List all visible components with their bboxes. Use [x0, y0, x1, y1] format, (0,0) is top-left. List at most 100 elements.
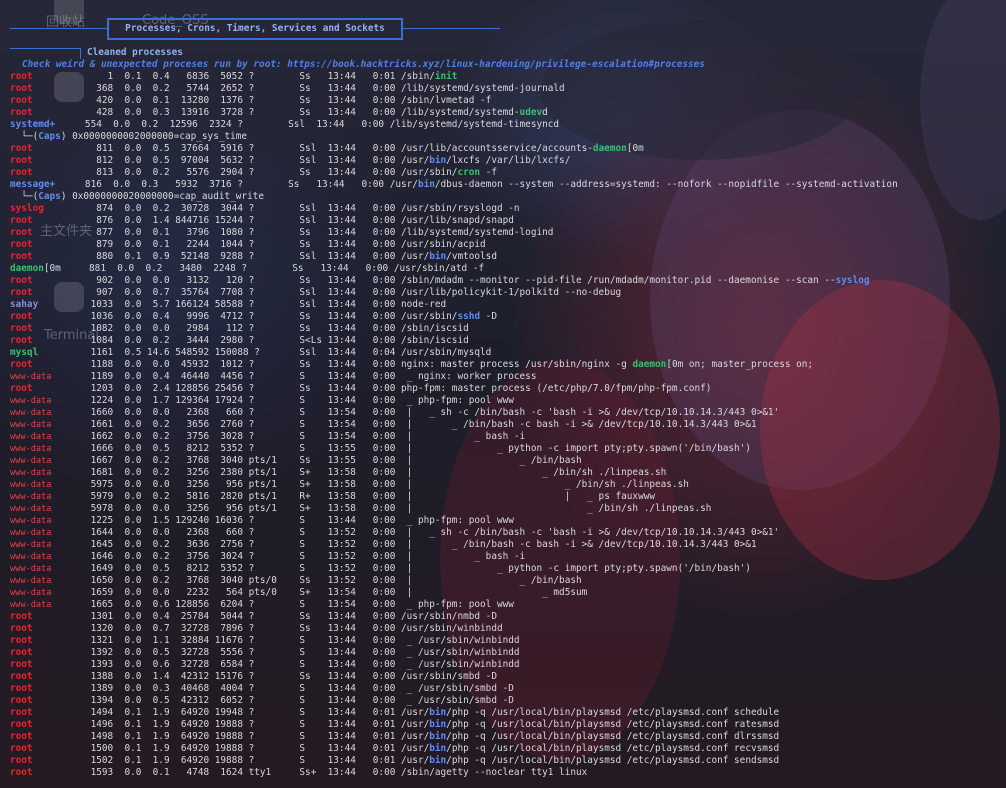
process-command-tail: /php -q /usr/local/bin/playsmsd /etc/pla…: [446, 731, 780, 742]
process-fields: 1036 0.0 0.4 9996 4712 ? Ss 13:44 0:00 /…: [68, 311, 458, 322]
process-fields: 1665 0.0 0.6 128856 6204 ? S 13:54 0:00 …: [68, 599, 514, 610]
process-fields: 1084 0.0 0.2 3444 2980 ? S<Ls 13:44 0:00…: [68, 335, 469, 346]
process-user: www-data: [10, 600, 52, 610]
process-user: root: [10, 251, 33, 262]
process-fields: 1650 0.0 0.2 3768 3040 pts/0 Ss 13:52 0:…: [68, 575, 582, 586]
process-row: └─(Caps) 0x0000000002000000=cap_sys_time: [10, 131, 898, 143]
process-row: www-data 1661 0.0 0.2 3656 2760 ? S 13:5…: [10, 419, 898, 431]
process-user: root: [10, 359, 33, 370]
process-user: www-data: [10, 588, 52, 598]
process-user: www-data: [10, 372, 52, 382]
process-user: root: [10, 83, 33, 94]
process-fields: 1667 0.0 0.2 3768 3040 pts/1 Ss 13:55 0:…: [68, 455, 582, 466]
process-user: root: [10, 215, 33, 226]
process-user: www-data: [10, 552, 52, 562]
process-fields: 1320 0.0 0.7 32728 7896 ? Ss 13:44 0:00 …: [68, 623, 503, 634]
process-row: root 902 0.0 0.0 3132 120 ? Ss 13:44 0:0…: [10, 275, 898, 287]
process-row: www-data 1646 0.0 0.2 3756 3024 ? S 13:5…: [10, 551, 898, 563]
process-fields: 1662 0.0 0.2 3756 3028 ? S 13:54 0:00 | …: [68, 431, 526, 442]
process-user: root: [10, 707, 33, 718]
process-user: www-data: [10, 480, 52, 490]
process-user: www-data: [10, 432, 52, 442]
process-user: root: [10, 767, 33, 778]
process-fields: 879 0.0 0.1 2244 1044 ? Ss 13:44 0:00 /u…: [68, 239, 486, 250]
section-title: Processes, Crons, Timers, Services and S…: [107, 18, 403, 40]
process-fields: 1494 0.1 1.9 64920 19948 ? S 13:44 0:01 …: [68, 707, 430, 718]
process-command-tail: ) 0x0000000002000000=cap_sys_time: [60, 131, 248, 142]
process-fields: 1646 0.0 0.2 3756 3024 ? S 13:52 0:00 | …: [68, 551, 526, 562]
process-row: root 1388 0.0 1.4 42312 15176 ? Ss 13:44…: [10, 671, 898, 683]
process-fields: 1496 0.1 1.9 64920 19888 ? S 13:44 0:01 …: [68, 719, 430, 730]
process-user: www-data: [10, 468, 52, 478]
process-command-tail: d: [542, 107, 548, 118]
process-row: root 428 0.0 0.3 13916 3728 ? Ss 13:44 0…: [10, 107, 898, 119]
process-fields: 877 0.0 0.1 3796 1080 ? Ss 13:44 0:00 /l…: [68, 227, 554, 238]
process-row: syslog 874 0.0 0.2 30728 3044 ? Ssl 13:4…: [10, 203, 898, 215]
process-user: root: [10, 287, 33, 298]
process-fields: 1321 0.0 1.1 32884 11676 ? S 13:44 0:00 …: [68, 635, 520, 646]
process-user: message+: [10, 179, 56, 190]
process-row: root 813 0.0 0.2 5576 2904 ? Ss 13:44 0:…: [10, 167, 898, 179]
process-user: root: [10, 647, 33, 658]
process-fields: 811 0.0 0.5 37664 5916 ? Ssl 13:44 0:00 …: [68, 143, 593, 154]
process-row: root 879 0.0 0.1 2244 1044 ? Ss 13:44 0:…: [10, 239, 898, 251]
process-user: www-data: [10, 540, 52, 550]
process-fields: 1225 0.0 1.5 129240 16036 ? S 13:44 0:00…: [68, 515, 514, 526]
process-user: www-data: [10, 576, 52, 586]
process-user: root: [10, 107, 33, 118]
process-user: root: [10, 623, 33, 634]
check-info-line[interactable]: Check weird & unexpected proceses run by…: [22, 59, 705, 71]
process-row: www-data 1644 0.0 0.0 2368 660 ? S 13:52…: [10, 527, 898, 539]
process-row: root 1392 0.0 0.5 32728 5556 ? S 13:44 0…: [10, 647, 898, 659]
process-row: root 1 0.1 0.4 6836 5052 ? Ss 13:44 0:01…: [10, 71, 898, 83]
process-row: root 1500 0.1 1.9 64920 19888 ? S 13:44 …: [10, 743, 898, 755]
process-command-tail: /lxcfs /var/lib/lxcfs/: [446, 155, 571, 166]
process-fields: 368 0.0 0.2 5744 2652 ? Ss 13:44 0:00 /l…: [68, 83, 565, 94]
process-command-tail: [0m: [626, 143, 644, 154]
process-user: www-data: [10, 420, 52, 430]
process-row: www-data 1224 0.0 1.7 129364 17924 ? S 1…: [10, 395, 898, 407]
process-fields: 1660 0.0 0.0 2368 660 ? S 13:54 0:00 | _…: [68, 407, 780, 418]
process-row: root 1320 0.0 0.7 32728 7896 ? Ss 13:44 …: [10, 623, 898, 635]
process-command-tail: /vmtoolsd: [446, 251, 497, 262]
process-user: root: [10, 383, 33, 394]
process-user: www-data: [10, 492, 52, 502]
process-fields: 1502 0.1 1.9 64920 19888 ? S 13:44 0:01 …: [68, 755, 430, 766]
process-row: root 1036 0.0 0.4 9996 4712 ? Ss 13:44 0…: [10, 311, 898, 323]
process-row: root 368 0.0 0.2 5744 2652 ? Ss 13:44 0:…: [10, 83, 898, 95]
process-fields: 816 0.0 0.3 5932 3716 ? Ss 13:44 0:00 /u…: [68, 179, 418, 190]
process-fields: 1659 0.0 0.0 2232 564 pts/0 S+ 13:54 0:0…: [68, 587, 588, 598]
process-user: root: [10, 167, 33, 178]
process-fields: 1649 0.0 0.5 8212 5352 ? S 13:52 0:00 | …: [68, 563, 751, 574]
process-fields: 1224 0.0 1.7 129364 17924 ? S 13:44 0:00…: [68, 395, 514, 406]
process-user: sahay: [10, 299, 39, 310]
process-fields: 1593 0.0 0.1 4748 1624 tty1 Ss+ 13:44 0:…: [68, 767, 588, 778]
section-rule-left: [10, 28, 107, 29]
process-row: www-data 5978 0.0 0.0 3256 956 pts/1 S+ …: [10, 503, 898, 515]
process-row: www-data 1650 0.0 0.2 3768 3040 pts/0 Ss…: [10, 575, 898, 587]
terminal-window[interactable]: Processes, Crons, Timers, Services and S…: [0, 0, 1006, 788]
process-row: daemon[0m 881 0.0 0.2 3480 2248 ? Ss 13:…: [10, 263, 898, 275]
process-user: root: [10, 275, 33, 286]
process-row: www-data 5979 0.0 0.2 5816 2820 pts/1 R+…: [10, 491, 898, 503]
process-user: systemd+: [10, 119, 56, 130]
process-fields: 5978 0.0 0.0 3256 956 pts/1 S+ 13:58 0:0…: [68, 503, 712, 514]
process-fields: 812 0.0 0.5 97004 5632 ? Ssl 13:44 0:00 …: [68, 155, 430, 166]
process-user: root: [10, 143, 33, 154]
process-user: root: [10, 731, 33, 742]
process-row: www-data 1660 0.0 0.0 2368 660 ? S 13:54…: [10, 407, 898, 419]
process-row: root 1496 0.1 1.9 64920 19888 ? S 13:44 …: [10, 719, 898, 731]
process-user: www-data: [10, 444, 52, 454]
process-user: root: [10, 95, 33, 106]
process-row: root 1393 0.0 0.6 32728 6584 ? S 13:44 0…: [10, 659, 898, 671]
process-command-tail: /dbus-daemon --system --address=systemd:…: [434, 179, 898, 190]
process-fields: 876 0.0 1.4 844716 15244 ? Ssl 13:44 0:0…: [68, 215, 514, 226]
process-highlight: bin: [429, 155, 447, 166]
process-user: root: [10, 335, 33, 346]
process-user: root: [10, 671, 33, 682]
process-row: root 907 0.0 0.7 35764 7708 ? Ssl 13:44 …: [10, 287, 898, 299]
process-row: root 420 0.0 0.1 13280 1376 ? Ss 13:44 0…: [10, 95, 898, 107]
process-row: www-data 1667 0.0 0.2 3768 3040 pts/1 Ss…: [10, 455, 898, 467]
process-user: www-data: [10, 396, 52, 406]
process-highlight: bin: [429, 743, 447, 754]
